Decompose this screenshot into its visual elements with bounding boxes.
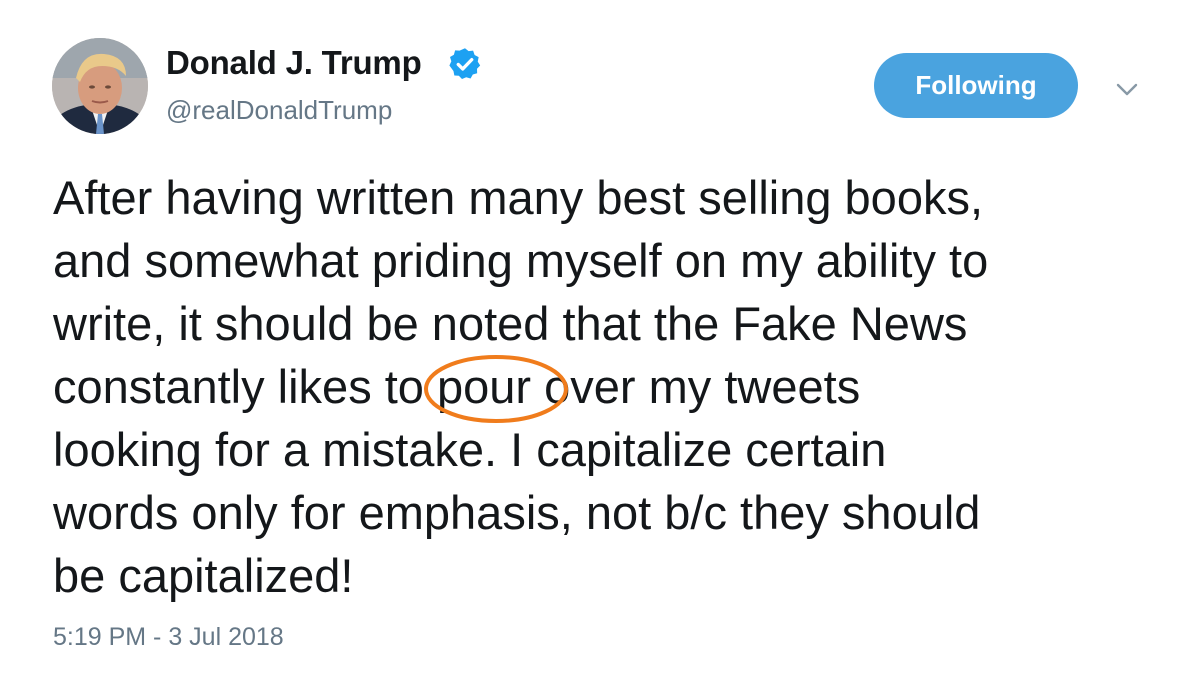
tweet-body: After having written many best selling b… [53, 166, 1163, 607]
highlighted-word: pour [437, 360, 532, 413]
tweet-line: and somewhat priding myself on my abilit… [53, 234, 989, 287]
circled-word: pour [424, 355, 569, 423]
verified-badge-icon [449, 48, 481, 79]
tweet-text-segment: constantly likes to [53, 360, 424, 413]
tweet-line: be capitalized! [53, 549, 354, 602]
profile-avatar[interactable] [52, 38, 148, 134]
tweet-text-segment: over my tweets [544, 360, 861, 413]
author-handle[interactable]: @realDonaldTrump [166, 95, 392, 126]
following-button[interactable]: Following [874, 53, 1078, 118]
tweet-card: Donald J. Trump @realDonaldTrump Followi… [0, 0, 1200, 675]
tweet-line-with-annotation: constantly likes to pour over my tweets [53, 355, 1163, 423]
chevron-down-icon[interactable] [1112, 74, 1142, 104]
tweet-line: write, it should be noted that the Fake … [53, 297, 968, 350]
tweet-line: looking for a mistake. I capitalize cert… [53, 423, 887, 476]
avatar-portrait-icon [52, 38, 148, 134]
tweet-timestamp[interactable]: 5:19 PM - 3 Jul 2018 [53, 623, 284, 652]
tweet-line: words only for emphasis, not b/c they sh… [53, 486, 981, 539]
author-name[interactable]: Donald J. Trump [166, 44, 422, 82]
tweet-line: After having written many best selling b… [53, 171, 984, 224]
